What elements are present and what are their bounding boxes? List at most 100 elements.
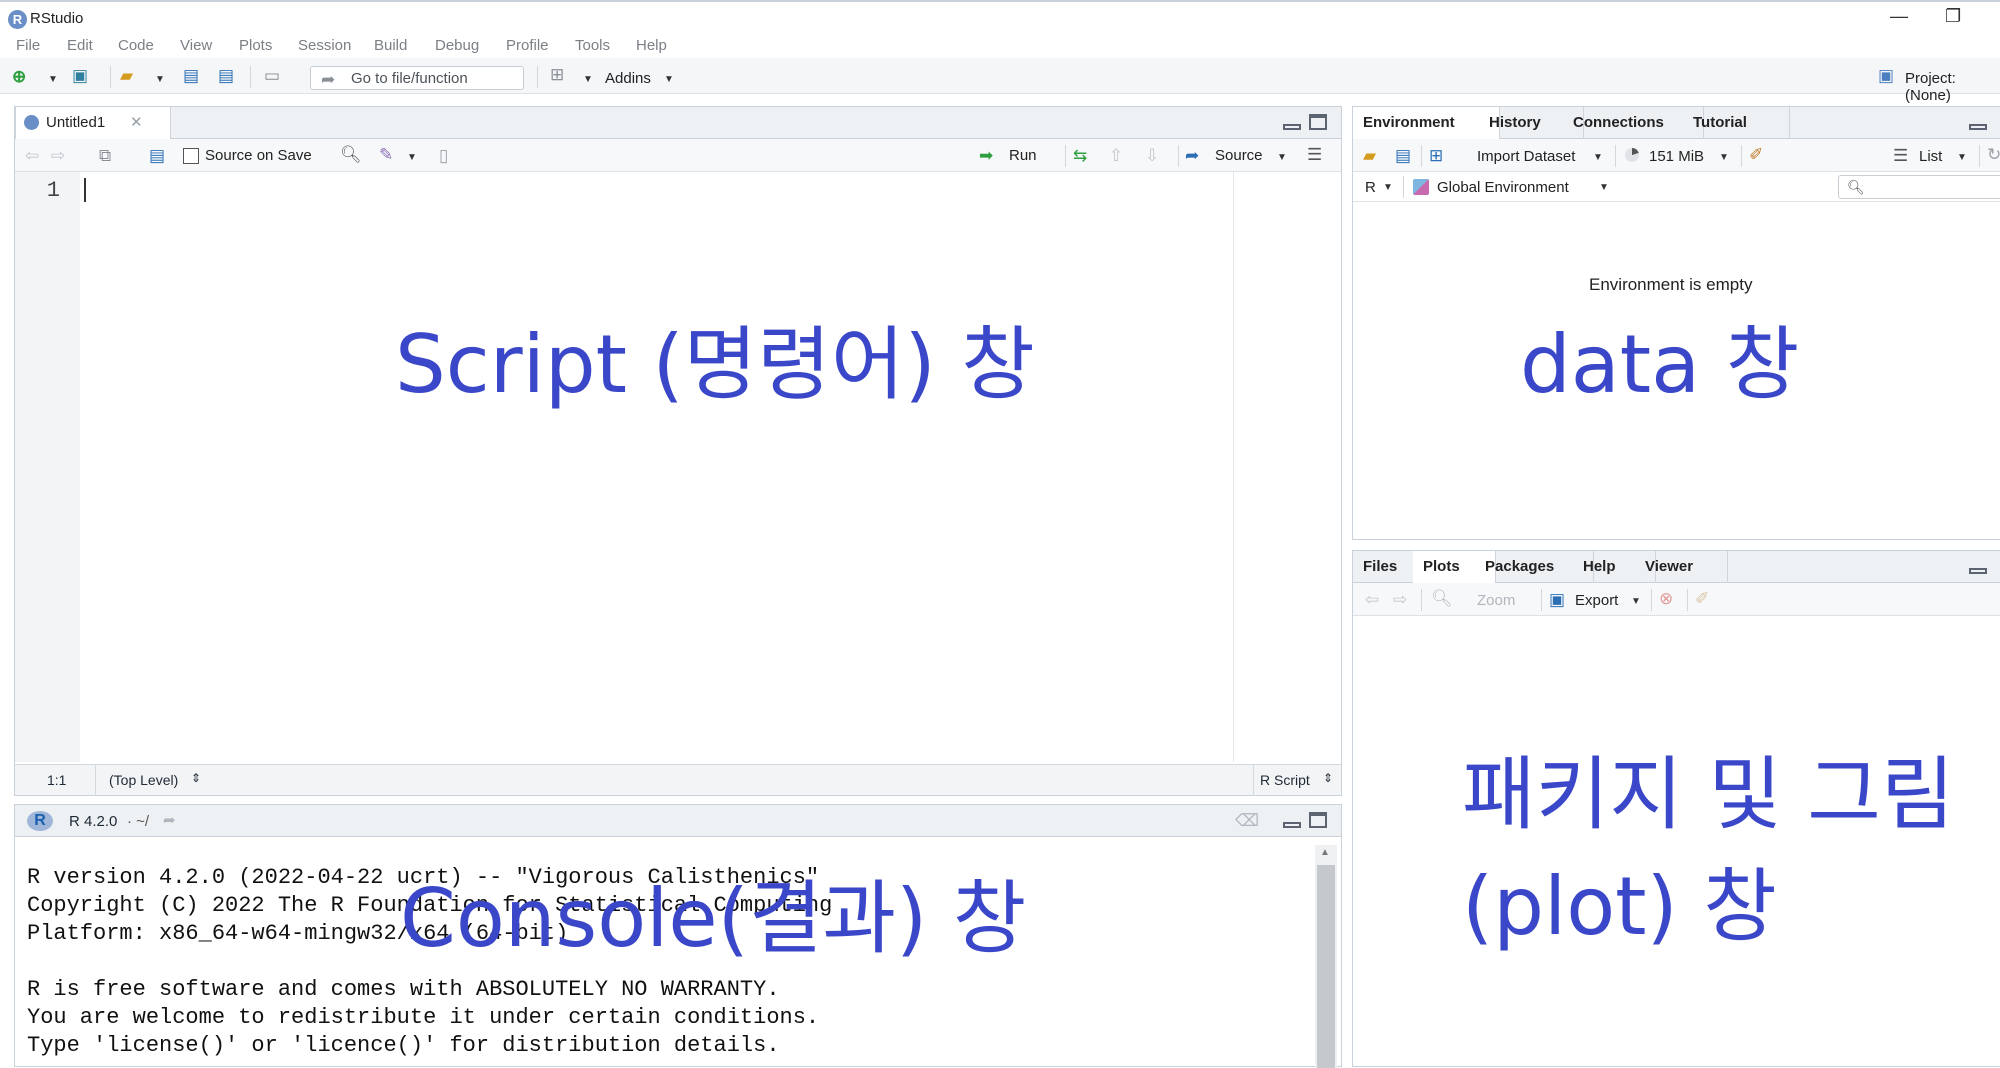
- new-project-icon[interactable]: ▣: [72, 67, 88, 84]
- menu-edit[interactable]: Edit: [67, 37, 93, 54]
- chevron-down-icon[interactable]: ▼: [1599, 182, 1609, 193]
- broom-icon[interactable]: ✐: [1695, 590, 1709, 607]
- go-to-file-placeholder: Go to file/function: [351, 70, 468, 87]
- chevron-down-icon[interactable]: ▼: [664, 74, 674, 85]
- tab-environment[interactable]: Environment: [1353, 107, 1500, 140]
- scrollbar-thumb[interactable]: [1317, 865, 1335, 1068]
- close-icon[interactable]: ✕: [130, 107, 143, 139]
- save-workspace-icon[interactable]: ▤: [1395, 147, 1411, 164]
- save-all-icon[interactable]: ▤: [218, 67, 234, 84]
- down-arrow-icon[interactable]: ⇩: [1145, 147, 1159, 164]
- maximize-pane-icon[interactable]: [1309, 114, 1327, 130]
- project-menu[interactable]: Project: (None): [1905, 70, 2000, 104]
- back-icon[interactable]: ⇦: [25, 147, 39, 164]
- memory-usage-label[interactable]: 151 MiB: [1649, 148, 1704, 165]
- env-search-input[interactable]: 🔍︎: [1838, 175, 2000, 199]
- menu-help[interactable]: Help: [636, 37, 667, 54]
- chevron-down-icon[interactable]: ▼: [1277, 152, 1287, 163]
- console-line: You are welcome to redistribute it under…: [27, 1005, 820, 1030]
- chevron-down-icon[interactable]: ▼: [1593, 152, 1603, 163]
- view-mode-list[interactable]: List: [1919, 148, 1942, 165]
- open-folder-icon[interactable]: ▰: [120, 67, 133, 84]
- scope-selector[interactable]: (Top Level): [109, 772, 178, 788]
- source-button[interactable]: Source: [1215, 147, 1263, 164]
- tab-untitled1[interactable]: Untitled1 ✕: [15, 107, 171, 140]
- source-on-save-label: Source on Save: [205, 147, 312, 164]
- rstudio-logo-icon: R: [8, 10, 27, 29]
- menu-code[interactable]: Code: [118, 37, 154, 54]
- menu-plots[interactable]: Plots: [239, 37, 272, 54]
- code-editor[interactable]: [80, 172, 1341, 762]
- addins-menu[interactable]: Addins: [605, 70, 651, 87]
- chevron-down-icon[interactable]: ▼: [407, 152, 417, 163]
- menu-debug[interactable]: Debug: [435, 37, 479, 54]
- source-on-save-checkbox[interactable]: [183, 148, 199, 164]
- maximize-pane-icon[interactable]: [1309, 812, 1327, 828]
- run-icon[interactable]: ➡: [979, 147, 993, 164]
- chevron-down-icon[interactable]: ▼: [1383, 182, 1393, 193]
- import-dataset-button[interactable]: Import Dataset: [1477, 148, 1575, 165]
- source-icon[interactable]: ➦: [1185, 147, 1199, 164]
- minimize-pane-icon[interactable]: [1969, 124, 1987, 130]
- restore-button[interactable]: ❐: [1945, 6, 1961, 27]
- env-toolbar: ▰ ▤ ⊞ Import Dataset ▼ 151 MiB ▼ ✐ ☰ Lis…: [1353, 139, 2000, 172]
- print-icon[interactable]: ▭: [264, 67, 280, 84]
- chevron-down-icon[interactable]: ▼: [583, 74, 593, 85]
- tab-viewer[interactable]: Viewer: [1635, 551, 1728, 583]
- menu-profile[interactable]: Profile: [506, 37, 549, 54]
- search-icon[interactable]: 🔍︎: [340, 146, 362, 163]
- chevron-down-icon[interactable]: ▼: [155, 74, 165, 85]
- zoom-button[interactable]: Zoom: [1477, 592, 1515, 609]
- broom-icon[interactable]: ✐: [1749, 146, 1763, 163]
- pane-layout-icon[interactable]: ⊞: [550, 66, 564, 83]
- toolbar-divider: [110, 66, 111, 88]
- save-icon[interactable]: ▤: [149, 147, 165, 164]
- menu-tools[interactable]: Tools: [575, 37, 610, 54]
- global-environment-selector[interactable]: Global Environment: [1437, 179, 1569, 196]
- next-plot-icon[interactable]: ⇨: [1393, 591, 1407, 608]
- toolbar-divider: [1421, 145, 1422, 167]
- magic-wand-icon[interactable]: ✎: [379, 146, 393, 163]
- go-to-file-input[interactable]: ➦ Go to file/function: [310, 66, 524, 90]
- toolbar-divider: [1421, 589, 1422, 611]
- compile-report-icon[interactable]: ▯: [439, 147, 448, 164]
- up-arrow-icon[interactable]: ⇧: [1109, 147, 1123, 164]
- chevron-down-icon[interactable]: ▼: [1957, 152, 1967, 163]
- rerun-icon[interactable]: ⇆: [1073, 147, 1087, 164]
- project-icon: ▣: [1878, 66, 1895, 85]
- annotation-packages-line2: (plot) 창: [1462, 860, 1777, 953]
- run-button[interactable]: Run: [1009, 147, 1037, 164]
- new-file-icon[interactable]: ⊕: [12, 68, 26, 85]
- tab-tutorial[interactable]: Tutorial: [1683, 107, 1790, 139]
- tab-label: Untitled1: [46, 114, 106, 131]
- export-button[interactable]: Export: [1575, 592, 1618, 609]
- previous-plot-icon[interactable]: ⇦: [1365, 591, 1379, 608]
- remove-plot-icon[interactable]: ⊗: [1659, 590, 1673, 607]
- console-scrollbar[interactable]: ▲: [1315, 845, 1337, 1068]
- chevron-down-icon[interactable]: ▼: [1631, 596, 1641, 607]
- minimize-button[interactable]: —: [1890, 6, 1908, 27]
- chevron-down-icon[interactable]: ▼: [48, 74, 58, 85]
- file-type-selector[interactable]: R Script: [1260, 772, 1310, 788]
- minimize-pane-icon[interactable]: [1283, 822, 1301, 828]
- load-workspace-icon[interactable]: ▰: [1363, 147, 1376, 164]
- minimize-pane-icon[interactable]: [1969, 568, 1987, 574]
- save-icon[interactable]: ▤: [183, 67, 199, 84]
- menu-session[interactable]: Session: [298, 37, 351, 54]
- minimize-pane-icon[interactable]: [1283, 124, 1301, 130]
- margin-line: [1233, 172, 1234, 762]
- menu-file[interactable]: File: [16, 37, 40, 54]
- menu-build[interactable]: Build: [374, 37, 407, 54]
- annotation-script-pane: Script (명령어) 창: [395, 318, 1035, 411]
- forward-icon[interactable]: ⇨: [51, 147, 65, 164]
- refresh-icon[interactable]: ↻: [1987, 146, 2000, 163]
- outline-icon[interactable]: ☰: [1307, 146, 1322, 163]
- scroll-up-icon[interactable]: ▲: [1320, 847, 1330, 858]
- clear-console-icon[interactable]: ⌫: [1235, 811, 1259, 831]
- chevron-down-icon[interactable]: ▼: [1719, 152, 1729, 163]
- show-in-window-icon[interactable]: ⧉: [99, 147, 111, 164]
- menu-view[interactable]: View: [180, 37, 212, 54]
- up-down-icon: ⇕: [191, 771, 202, 785]
- language-selector[interactable]: R: [1365, 179, 1376, 196]
- goto-dir-icon[interactable]: ➦: [163, 811, 176, 829]
